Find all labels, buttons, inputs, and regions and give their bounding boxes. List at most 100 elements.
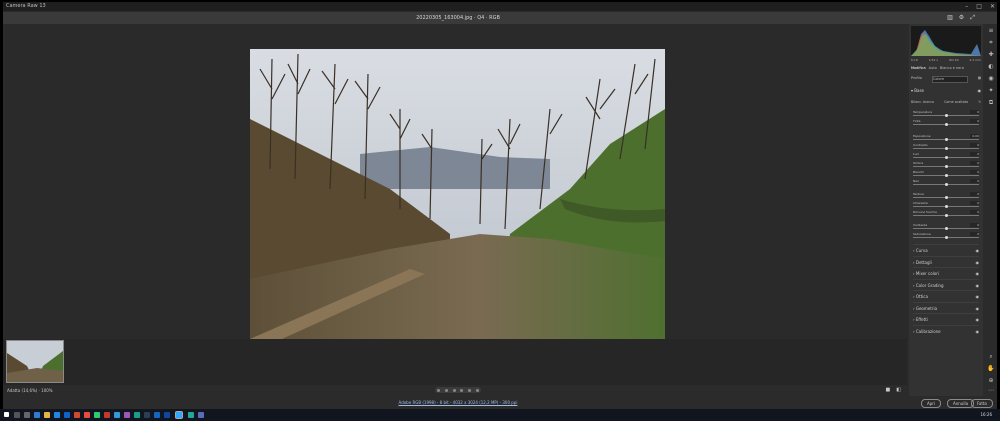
slider-value[interactable]: 0,00 <box>970 134 979 138</box>
app-icon-teal[interactable] <box>134 412 140 418</box>
section-header-dettagli[interactable]: › Dettagli ◉ <box>913 255 980 268</box>
system-tray-clock[interactable]: 16:26 <box>980 409 992 421</box>
crop-tool-icon[interactable]: ⌗ <box>987 40 995 46</box>
rating-stars[interactable] <box>435 387 481 393</box>
slider-knob[interactable] <box>944 147 948 150</box>
snapshot-tool-icon[interactable]: ⧉ <box>987 100 995 106</box>
windows-start-icon[interactable] <box>4 412 9 417</box>
slider-value[interactable]: 0 <box>970 170 979 174</box>
app-icon-purple[interactable] <box>124 412 130 418</box>
slider-knob[interactable] <box>944 236 948 239</box>
filmstrip-toggle-icon[interactable]: ▥ <box>947 12 953 24</box>
mail-icon[interactable] <box>64 412 70 418</box>
eyedropper-icon[interactable]: ✎ <box>978 100 981 104</box>
edge-icon[interactable] <box>34 412 40 418</box>
slider-value[interactable]: 0 <box>970 152 979 156</box>
photoshop-icon[interactable] <box>175 411 183 419</box>
slider-value[interactable]: 0 <box>970 119 979 123</box>
toggle-sampler-icon[interactable]: ⊕ <box>987 378 995 384</box>
app-icon-green[interactable] <box>94 412 100 418</box>
task-view-icon[interactable] <box>24 412 30 418</box>
slider-value[interactable]: 0 <box>970 223 979 227</box>
hand-tool-icon[interactable]: ✋ <box>987 366 995 372</box>
slider-value[interactable]: 0 <box>970 201 979 205</box>
mask-tool-icon[interactable]: ◐ <box>987 64 995 70</box>
visibility-icon[interactable]: ◉ <box>976 283 980 288</box>
chrome-icon[interactable] <box>84 412 90 418</box>
section-header-effetti[interactable]: › Effetti ◉ <box>913 313 979 325</box>
slider-value[interactable]: 0 <box>970 143 979 147</box>
section-header-mixer-colori[interactable]: › Mixer colori ◉ <box>913 267 979 279</box>
filmstrip-thumbnail[interactable] <box>6 340 64 383</box>
slider-value[interactable]: 0 <box>970 179 979 183</box>
slider-knob[interactable] <box>944 114 948 117</box>
section-header-geometria[interactable]: › Geometria ◉ <box>913 301 980 314</box>
office-icon[interactable] <box>74 412 80 418</box>
slider-knob[interactable] <box>944 227 948 230</box>
edit-tool-icon[interactable]: ≡ <box>987 28 995 34</box>
slider-knob[interactable] <box>944 165 948 168</box>
settings-gear-icon[interactable]: ⚙ <box>959 12 964 24</box>
visibility-icon[interactable]: ◉ <box>976 306 980 311</box>
slider-knob[interactable] <box>944 205 948 208</box>
slider-knob[interactable] <box>944 196 948 199</box>
minimize-icon[interactable]: – <box>965 2 968 11</box>
cancel-button[interactable]: Annulla <box>947 399 975 408</box>
basic-section-header[interactable]: ▾ Base ◉ <box>911 88 981 93</box>
profile-select[interactable]: Colore <box>931 76 968 83</box>
single-view-icon[interactable]: ■ <box>886 385 891 396</box>
slider-value[interactable]: 0 <box>970 110 979 114</box>
slider-label: Tinta <box>913 119 921 123</box>
before-after-icon[interactable]: ◧ <box>896 385 901 396</box>
app-icon-cyan[interactable] <box>188 412 194 418</box>
app-icon-blue[interactable] <box>114 412 120 418</box>
tab-edit[interactable]: Modifica <box>911 66 926 70</box>
slider-value[interactable]: 0 <box>970 192 979 196</box>
store-icon[interactable] <box>54 412 60 418</box>
slider-value[interactable]: 0 <box>970 210 979 214</box>
slider-knob[interactable] <box>944 174 948 177</box>
workflow-options-link[interactable]: Adobe RGB (1998) - 8 bit - 4032 x 3024 (… <box>3 396 913 409</box>
slider-knob[interactable] <box>944 123 948 126</box>
zoom-tool-icon[interactable]: ⌕ <box>987 354 995 360</box>
section-header-calibrazione[interactable]: › Calibrazione ◉ <box>913 324 980 337</box>
maximize-icon[interactable]: □ <box>976 2 982 11</box>
file-explorer-icon[interactable] <box>44 412 50 418</box>
slider-knob[interactable] <box>944 138 948 141</box>
section-header-color-grading[interactable]: › Color Grading ◉ <box>913 278 980 291</box>
app-icon-indigo[interactable] <box>198 412 204 418</box>
visibility-icon[interactable]: ◉ <box>976 317 980 322</box>
visibility-icon[interactable]: ◉ <box>976 260 980 265</box>
acrobat-icon[interactable] <box>104 412 110 418</box>
tab-auto[interactable]: Auto <box>929 66 937 70</box>
visibility-icon[interactable]: ◉ <box>976 271 980 276</box>
close-icon[interactable]: ✕ <box>990 2 995 11</box>
zoom-level[interactable]: Adatta (14,6%) · 100% <box>7 385 53 396</box>
white-balance-select[interactable]: Come scattata <box>944 100 968 104</box>
tab-bw[interactable]: Bianco e nero <box>940 66 964 70</box>
slider-knob[interactable] <box>944 214 948 217</box>
slider-row: Texture 0 <box>913 192 979 200</box>
slider-knob[interactable] <box>944 183 948 186</box>
redeye-tool-icon[interactable]: ◉ <box>987 76 995 82</box>
section-header-curva[interactable]: › Curva ◉ <box>913 244 979 256</box>
open-button[interactable]: Apri <box>921 399 942 408</box>
section-header-ottica[interactable]: › Ottica ◉ <box>913 290 979 302</box>
healing-tool-icon[interactable]: ✚ <box>987 52 995 58</box>
done-button[interactable]: Fatto <box>971 399 993 408</box>
visibility-icon[interactable]: ◉ <box>976 294 980 299</box>
word-icon[interactable] <box>154 412 160 418</box>
profile-browser-icon[interactable]: ▦ <box>978 76 981 83</box>
slider-knob[interactable] <box>944 156 948 159</box>
fullscreen-icon[interactable]: ⤢ <box>970 12 975 24</box>
slider-value[interactable]: 0 <box>970 161 979 165</box>
outlook-icon[interactable] <box>164 412 170 418</box>
visibility-icon[interactable]: ◉ <box>976 248 980 253</box>
more-tools-icon[interactable]: ⋯ <box>987 388 995 394</box>
search-icon[interactable] <box>14 412 20 418</box>
visibility-icon[interactable]: ◉ <box>978 88 982 93</box>
visibility-icon[interactable]: ◉ <box>976 329 980 334</box>
app-icon-dark[interactable] <box>144 412 150 418</box>
slider-value[interactable]: 0 <box>970 232 979 236</box>
presets-tool-icon[interactable]: ✦ <box>987 88 995 94</box>
